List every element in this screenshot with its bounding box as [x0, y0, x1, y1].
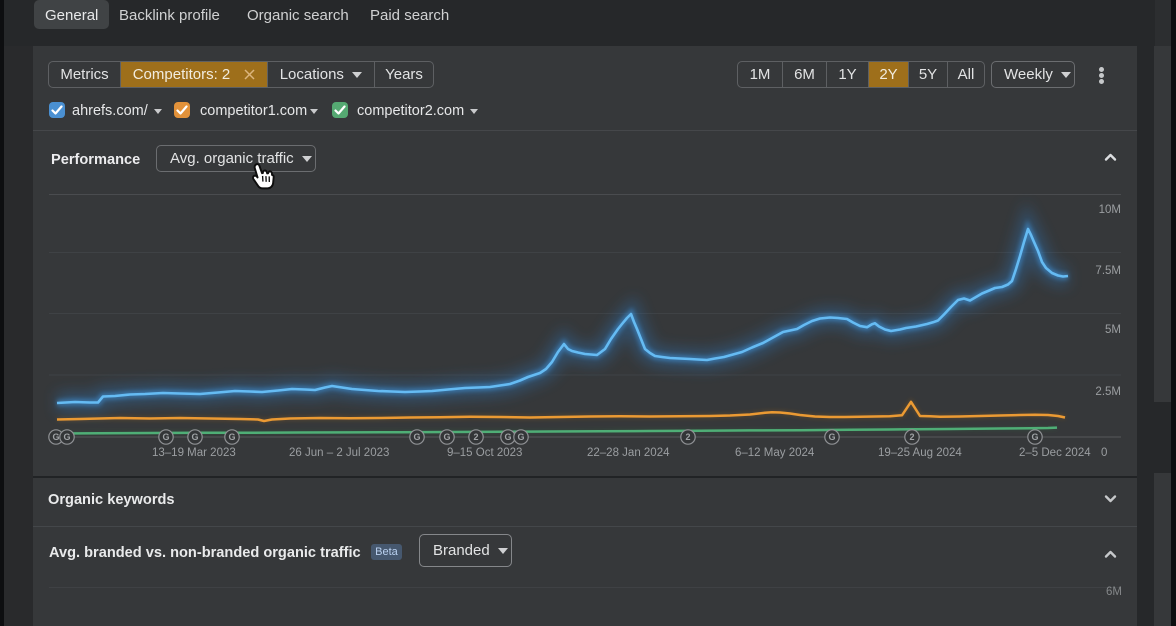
svg-text:G: G	[228, 432, 235, 442]
svg-text:G: G	[52, 432, 59, 442]
svg-text:2: 2	[473, 432, 478, 442]
svg-text:G: G	[191, 432, 198, 442]
svg-text:2: 2	[909, 432, 914, 442]
svg-text:G: G	[828, 432, 835, 442]
svg-text:G: G	[1031, 432, 1038, 442]
svg-text:G: G	[504, 432, 511, 442]
svg-text:G: G	[443, 432, 450, 442]
svg-text:G: G	[517, 432, 524, 442]
svg-text:G: G	[413, 432, 420, 442]
svg-text:2: 2	[685, 432, 690, 442]
svg-text:G: G	[63, 432, 70, 442]
svg-text:G: G	[162, 432, 169, 442]
